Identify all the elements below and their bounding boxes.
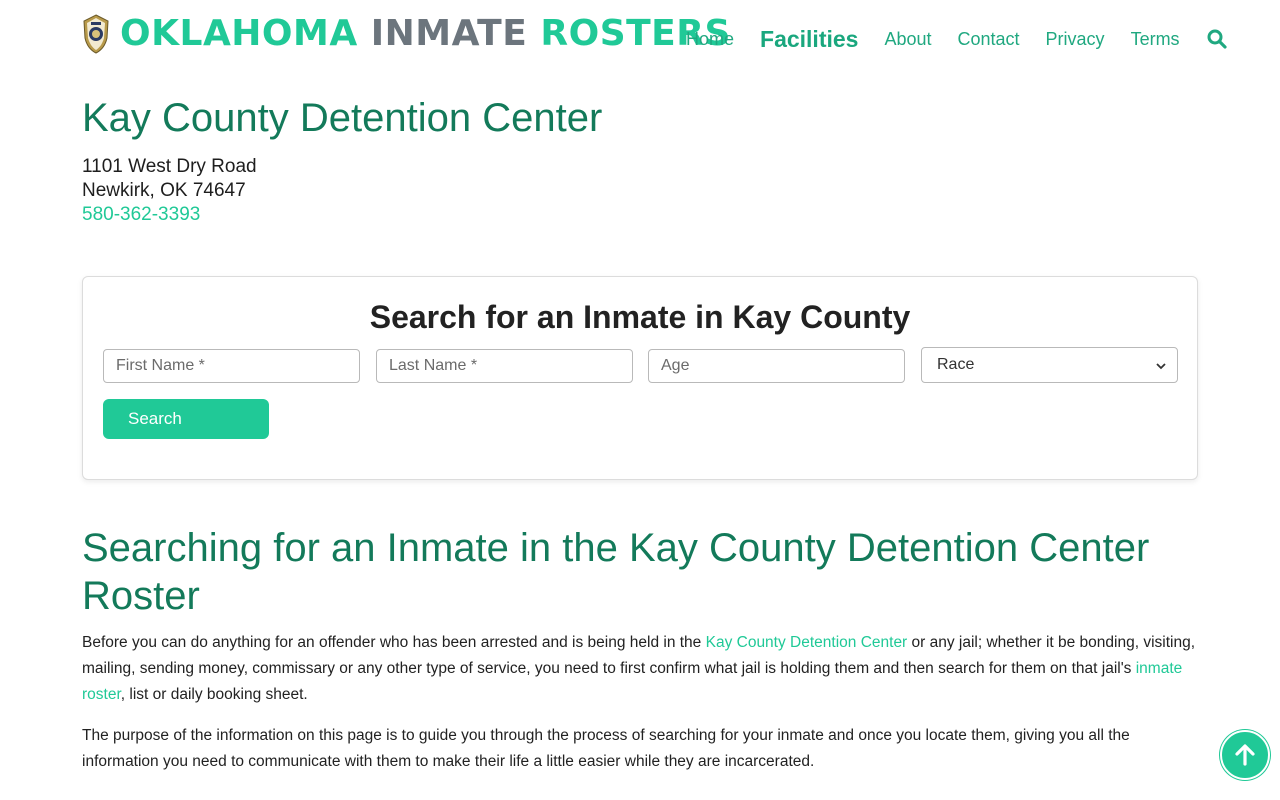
intro-paragraph: Before you can do anything for an offend… xyxy=(82,630,1198,708)
phone-link[interactable]: 580-362-3393 xyxy=(82,204,200,226)
chevron-down-icon xyxy=(1156,363,1166,370)
article-title: Searching for an Inmate in the Kay Count… xyxy=(82,526,1150,618)
facility-link[interactable]: Kay County Detention Center xyxy=(706,634,908,651)
race-select[interactable]: Race xyxy=(921,347,1178,383)
main-nav: Home Facilities About Contact Privacy Te… xyxy=(686,24,1228,54)
age-input[interactable] xyxy=(648,349,905,383)
facility-title: Kay County Detention Center xyxy=(82,96,603,140)
nav-facilities[interactable]: Facilities xyxy=(760,24,858,54)
search-icon[interactable] xyxy=(1206,28,1228,50)
nav-contact[interactable]: Contact xyxy=(958,24,1020,54)
back-to-top-button[interactable] xyxy=(1220,730,1270,780)
address-line-2: Newkirk, OK 74647 xyxy=(82,180,246,201)
arrow-up-icon xyxy=(1235,744,1255,766)
nav-privacy[interactable]: Privacy xyxy=(1046,24,1105,54)
intro-text-1: Before you can do anything for an offend… xyxy=(82,634,706,651)
intro-text-3: , list or daily booking sheet. xyxy=(120,686,308,703)
address-line-1: 1101 West Dry Road xyxy=(82,156,257,177)
inmate-search-card: Search for an Inmate in Kay County Race … xyxy=(82,276,1198,480)
last-name-input[interactable] xyxy=(376,349,633,383)
search-button[interactable]: Search xyxy=(103,399,269,439)
nav-about[interactable]: About xyxy=(884,24,931,54)
search-card-title: Search for an Inmate in Kay County xyxy=(369,299,911,335)
site-logo-text: OKLAHOMA INMATE ROSTERS xyxy=(120,14,731,54)
sheriff-badge-icon xyxy=(83,14,109,54)
logo-word-inmate: INMATE xyxy=(370,13,528,54)
nav-home[interactable]: Home xyxy=(686,24,734,54)
race-select-value: Race xyxy=(937,356,975,373)
purpose-paragraph: The purpose of the information on this p… xyxy=(82,727,1130,770)
site-logo-link[interactable]: OKLAHOMA INMATE ROSTERS xyxy=(82,14,731,54)
logo-word-oklahoma: OKLAHOMA xyxy=(120,13,358,54)
nav-terms[interactable]: Terms xyxy=(1131,24,1180,54)
first-name-input[interactable] xyxy=(103,349,360,383)
site-header: OKLAHOMA INMATE ROSTERS Home Facilities … xyxy=(82,10,1227,58)
